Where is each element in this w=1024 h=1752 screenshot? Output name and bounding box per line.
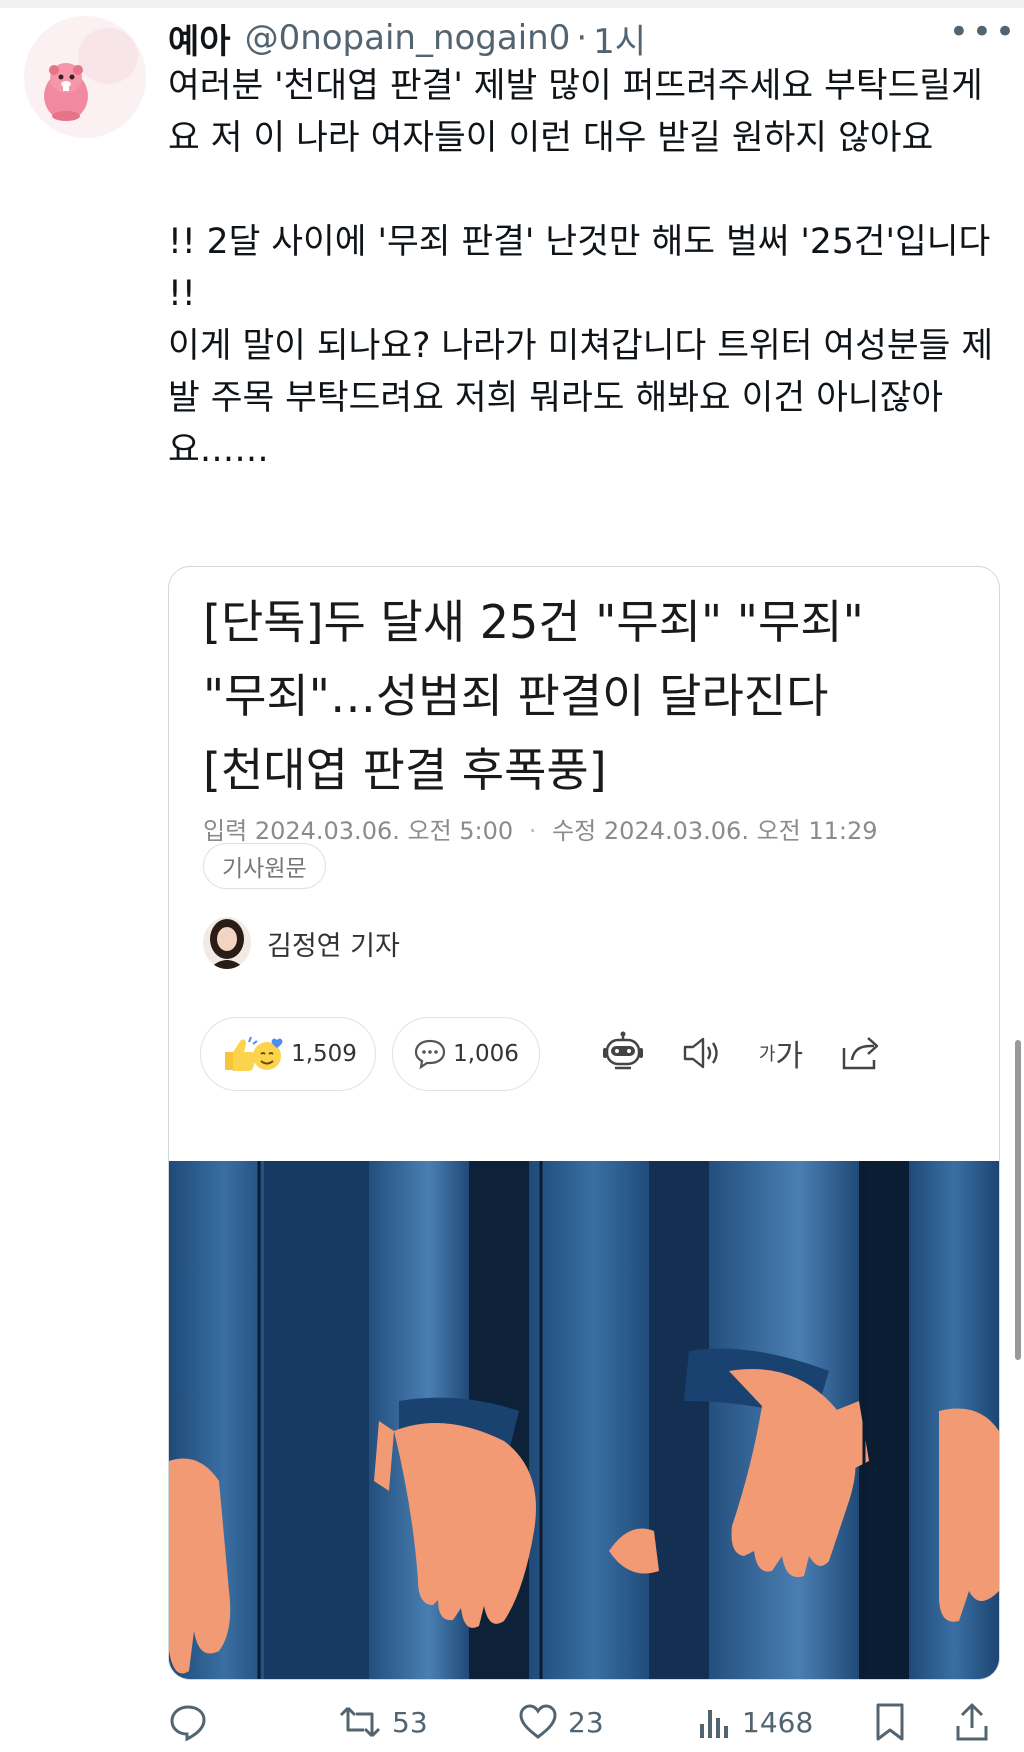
tweet-paragraph: 이게 말이 되나요? 나라가 미쳐갑니다 트위터 여성분들 제발 주목 부탁드려… <box>168 326 994 470</box>
like-button[interactable]: 23 <box>518 1696 604 1748</box>
tweet-paragraph <box>168 164 998 216</box>
reporter-name: 김정연 기자 <box>267 930 400 962</box>
tweet-action-bar: 53 23 1468 <box>0 1696 1024 1748</box>
comment-count: 1,006 <box>453 1041 519 1067</box>
headline-line: "무죄"…성범죄 판결이 달라진다 <box>203 669 829 723</box>
share-icon[interactable] <box>837 1027 885 1079</box>
views-chart-icon <box>700 1710 728 1738</box>
views-button[interactable]: 1468 <box>696 1696 813 1748</box>
avatar[interactable] <box>24 16 146 138</box>
modified-label: 수정 <box>552 817 597 845</box>
reaction-emoji-icon <box>225 1036 283 1071</box>
heart-icon <box>519 1704 557 1739</box>
font-size-button[interactable]: 가가 <box>753 1027 809 1079</box>
views-count: 1468 <box>742 1705 814 1739</box>
bookmark-icon <box>876 1703 904 1741</box>
author-name[interactable]: 예아 <box>168 14 231 63</box>
retweet-icon <box>339 1706 381 1738</box>
attached-image-card[interactable]: [단독]두 달새 25건 "무죄" "무죄" "무죄"…성범죄 판결이 달라진다… <box>168 566 1000 1680</box>
share-upload-icon <box>956 1703 988 1741</box>
bookmark-button[interactable] <box>874 1696 906 1748</box>
comment-button[interactable]: 1,006 <box>392 1017 540 1091</box>
speaker-icon[interactable] <box>679 1027 723 1079</box>
headline-line: [단독]두 달새 25건 "무죄" "무죄" <box>203 595 864 649</box>
tweet-body: 여러분 '천대엽 판결' 제발 많이 퍼뜨려주세요 부탁드릴게요 저 이 나라 … <box>168 60 998 476</box>
like-count: 23 <box>568 1705 604 1739</box>
author-handle[interactable]: @0nopain_nogain0 <box>245 18 571 58</box>
scrollbar[interactable] <box>1015 1040 1021 1360</box>
more-options-icon[interactable]: ••• <box>949 12 1018 52</box>
reaction-count: 1,509 <box>291 1041 357 1067</box>
tweet-time[interactable]: 1시 <box>593 14 646 63</box>
retweet-count: 53 <box>392 1705 428 1739</box>
beaver-character-icon <box>24 16 146 138</box>
headline-line: [천대엽 판결 후폭풍] <box>203 743 607 797</box>
font-size-big-label: 가 <box>775 1039 804 1074</box>
top-divider <box>0 0 1024 8</box>
article-dates: 입력 2024.03.06. 오전 5:00 · 수정 2024.03.06. … <box>203 811 878 846</box>
original-article-chip[interactable]: 기사원문 <box>203 843 326 889</box>
article-headline: [단독]두 달새 25건 "무죄" "무죄" "무죄"…성범죄 판결이 달라진다… <box>203 585 973 807</box>
reporter: 김정연 기자 <box>203 917 400 969</box>
share-tweet-button[interactable] <box>954 1696 990 1748</box>
reply-icon <box>170 1705 206 1742</box>
modified-time: 2024.03.06. 오전 11:29 <box>603 817 878 845</box>
tweet-header: 예아 @0nopain_nogain0 · 1시 <box>168 10 994 66</box>
reply-button[interactable] <box>168 1696 218 1748</box>
retweet-button[interactable]: 53 <box>338 1696 428 1748</box>
reporter-avatar <box>203 917 251 969</box>
robot-summary-icon[interactable] <box>599 1027 647 1079</box>
article-illustration <box>169 1161 999 1679</box>
separator-dot: · <box>576 18 588 58</box>
input-time: 2024.03.06. 오전 5:00 <box>254 817 514 845</box>
comment-bubble-icon <box>414 1039 446 1070</box>
input-label: 입력 <box>203 817 248 845</box>
reaction-button[interactable]: 1,509 <box>200 1017 376 1091</box>
tweet-paragraph: !! 2달 사이에 '무죄 판결' 난것만 해도 벌써 '25건'입니다 !! <box>168 222 1002 314</box>
tweet-paragraph: 여러분 '천대엽 판결' 제발 많이 퍼뜨려주세요 부탁드릴게요 저 이 나라 … <box>168 66 983 158</box>
meta-separator: · <box>528 817 537 845</box>
font-size-small-label: 가 <box>758 1044 776 1065</box>
